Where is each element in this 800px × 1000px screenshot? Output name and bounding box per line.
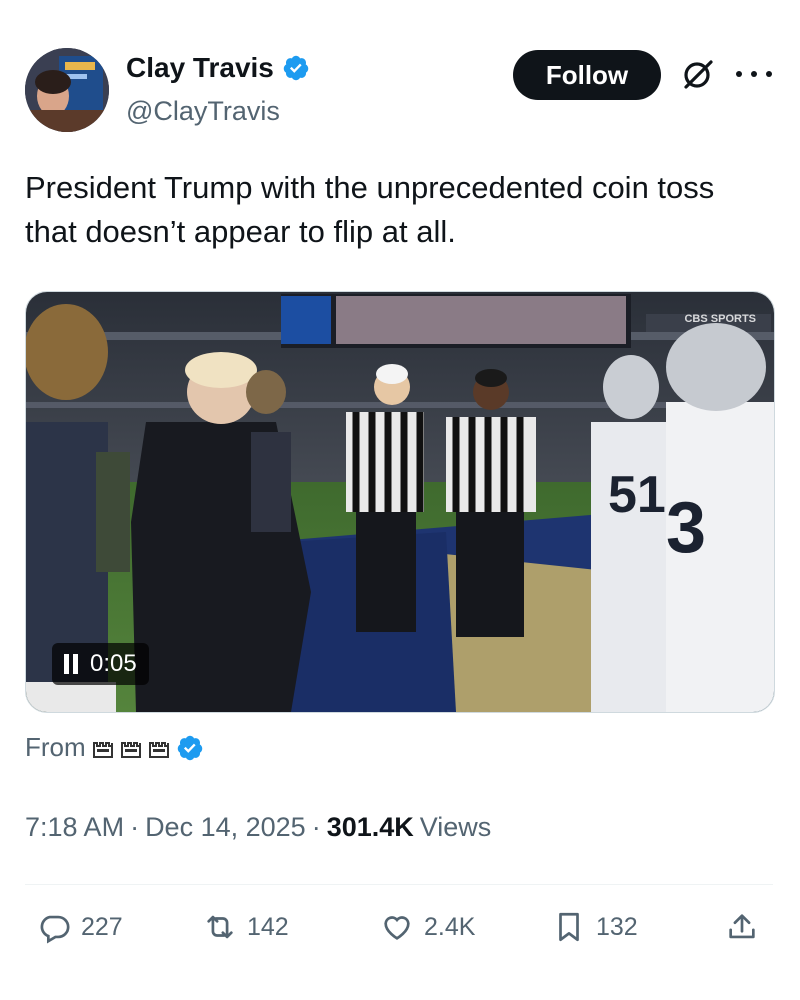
author-handle[interactable]: @ClayTravis <box>126 96 280 127</box>
verified-badge-icon <box>177 735 202 760</box>
author-name[interactable]: Clay Travis <box>126 52 274 84</box>
more-options-icon[interactable] <box>736 62 772 86</box>
meta-separator: · <box>130 812 140 842</box>
share-button[interactable] <box>725 910 759 944</box>
heart-icon <box>384 916 410 940</box>
from-row[interactable]: From <box>25 732 204 763</box>
meta-separator: · <box>311 812 321 842</box>
reply-button[interactable]: 227 <box>37 910 123 944</box>
repost-count: 142 <box>247 912 289 941</box>
avatar-image <box>25 48 109 132</box>
castle-emoji-icon <box>120 741 141 758</box>
avatar[interactable] <box>25 48 109 132</box>
broadcaster-watermark: CBS SPORTS <box>684 313 756 325</box>
tweet-meta: 7:18 AM · Dec 14, 2025 · 301.4K Views <box>25 812 491 843</box>
bookmark-count: 132 <box>596 912 638 941</box>
tweet-date[interactable]: Dec 14, 2025 <box>145 812 306 843</box>
repost-button[interactable]: 142 <box>203 910 289 944</box>
video-timestamp[interactable]: 0:05 <box>52 643 149 685</box>
views-label: Views <box>419 812 492 842</box>
reply-icon <box>40 915 70 944</box>
repost-icon <box>207 915 233 939</box>
divider <box>25 884 773 885</box>
views-count: 301.4K <box>326 812 414 842</box>
like-button[interactable]: 2.4K <box>380 910 475 944</box>
verified-badge-icon <box>283 55 309 81</box>
video-time-label: 0:05 <box>90 650 137 677</box>
like-count: 2.4K <box>424 912 476 941</box>
tweet-text: President Trump with the unprecedented c… <box>25 170 715 249</box>
bookmark-button[interactable]: 132 <box>552 910 638 944</box>
share-icon <box>729 914 755 939</box>
author-name-row[interactable]: Clay Travis <box>126 52 310 84</box>
reply-count: 227 <box>81 912 123 941</box>
action-bar: 227 142 2.4K 132 <box>25 910 773 966</box>
from-label: From <box>25 732 86 762</box>
tweet-time[interactable]: 7:18 AM <box>25 812 124 843</box>
bookmark-icon <box>559 912 579 942</box>
svg-text:3: 3 <box>666 488 706 568</box>
grok-icon[interactable] <box>680 56 716 92</box>
svg-text:51: 51 <box>608 466 666 524</box>
follow-button[interactable]: Follow <box>513 50 661 100</box>
castle-emoji-icon <box>92 741 113 758</box>
castle-emoji-icon <box>148 741 169 758</box>
pause-icon[interactable] <box>64 654 78 674</box>
